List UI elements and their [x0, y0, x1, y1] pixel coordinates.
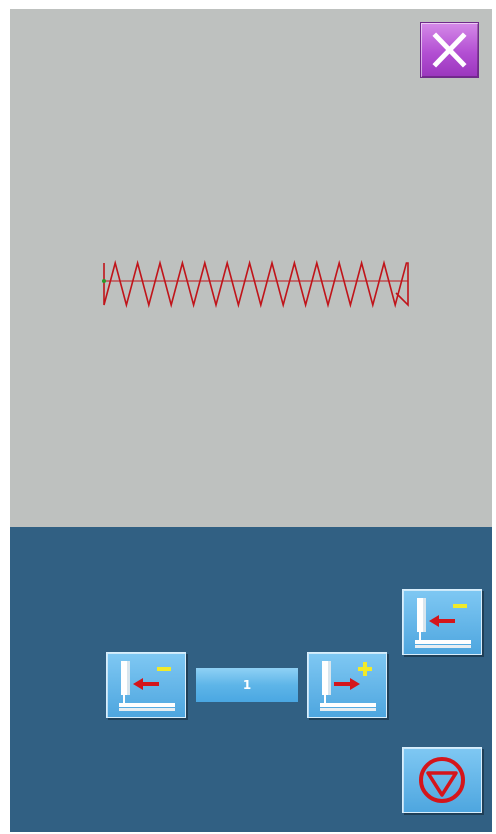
needle-forward-button[interactable]	[307, 652, 387, 718]
needle-back-step-button[interactable]	[402, 589, 482, 655]
control-panel: 1	[10, 527, 492, 832]
start-point-marker	[102, 279, 106, 283]
needle-move-back-minus-icon	[119, 661, 175, 711]
close-button[interactable]	[420, 22, 479, 78]
stop-button[interactable]	[402, 747, 482, 813]
needle-move-forward-plus-icon	[320, 661, 376, 711]
step-value-display: 1	[196, 668, 298, 702]
pattern-preview-area	[10, 9, 492, 527]
zigzag-stitch-line	[103, 259, 409, 309]
sewing-panel-screen: 1	[10, 9, 492, 832]
zigzag-stitch-pattern	[102, 259, 409, 309]
stop-circle-triangle-icon	[419, 757, 465, 803]
needle-back-button[interactable]	[106, 652, 186, 718]
close-x-icon	[432, 32, 467, 68]
needle-move-back-minus-icon	[415, 598, 471, 648]
